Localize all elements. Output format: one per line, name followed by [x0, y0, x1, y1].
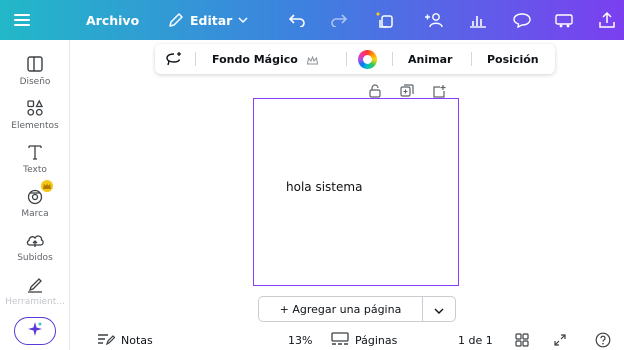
- sidebar-item-text[interactable]: Texto: [0, 142, 70, 175]
- cloud-upload-icon: [25, 230, 45, 250]
- present-icon[interactable]: [554, 0, 576, 40]
- sidebar-item-design[interactable]: Diseño: [0, 54, 70, 87]
- grid-view-icon[interactable]: [515, 330, 529, 350]
- sidebar-item-label: Subidos: [17, 253, 53, 263]
- brand-kit-icon: [26, 180, 53, 206]
- pages-icon: [331, 331, 349, 349]
- notes-icon: [97, 333, 116, 348]
- context-toolbar: Fondo Mágico Animar Posición: [155, 44, 555, 74]
- magic-assistant-button[interactable]: [14, 317, 56, 345]
- file-menu-button[interactable]: Archivo: [86, 0, 139, 40]
- lasso-magic-icon[interactable]: [165, 44, 183, 74]
- resize-magic-icon[interactable]: [374, 0, 396, 40]
- sidebar-item-uploads[interactable]: Subidos: [0, 230, 70, 263]
- magic-sparkle-icon: [26, 320, 44, 342]
- position-label: Posición: [487, 52, 539, 66]
- top-toolbar: Archivo Editar: [0, 0, 624, 40]
- share-upload-icon[interactable]: [598, 0, 616, 40]
- shapes-icon: [26, 98, 44, 118]
- file-menu-label: Archivo: [86, 12, 140, 28]
- animate-label: Animar: [408, 52, 453, 66]
- chevron-down-icon: [238, 16, 248, 24]
- magic-background-label: Fondo Mágico: [212, 52, 298, 66]
- hamburger-menu-icon[interactable]: [14, 0, 30, 40]
- page-text-element[interactable]: hola sistema: [286, 180, 362, 194]
- pages-label: Páginas: [355, 333, 398, 347]
- insights-chart-icon[interactable]: [468, 0, 488, 40]
- sidebar-item-label: Herramient...: [5, 297, 65, 307]
- chevron-down-icon: [434, 300, 444, 319]
- draw-icon: [26, 274, 44, 294]
- sidebar-item-label: Marca: [21, 209, 49, 219]
- add-people-icon[interactable]: [424, 0, 446, 40]
- sidebar-item-elements[interactable]: Elementos: [0, 98, 70, 131]
- comment-bubble-icon[interactable]: [512, 0, 532, 40]
- animate-button[interactable]: Animar: [408, 44, 452, 74]
- add-page-dropdown-button[interactable]: [423, 296, 456, 322]
- layout-icon: [26, 54, 44, 74]
- edit-menu-button[interactable]: Editar: [168, 0, 248, 40]
- bottom-bar: Notas 13% Páginas 1 de 1: [71, 330, 624, 350]
- pages-button[interactable]: Páginas: [331, 330, 397, 350]
- sidebar-item-label: Texto: [23, 165, 47, 175]
- redo-icon[interactable]: [330, 0, 348, 40]
- text-icon: [26, 142, 44, 162]
- help-icon[interactable]: [595, 330, 611, 350]
- notes-label: Notas: [121, 333, 153, 347]
- undo-icon[interactable]: [288, 0, 306, 40]
- add-page-button[interactable]: + Agregar una página: [258, 296, 423, 322]
- page-count: 1 de 1: [458, 333, 493, 347]
- position-button[interactable]: Posición: [487, 44, 539, 74]
- sidebar-item-brand[interactable]: Marca: [0, 180, 70, 219]
- crown-icon: [306, 50, 318, 69]
- color-wheel-icon[interactable]: [358, 44, 377, 74]
- sidebar-item-tools[interactable]: Herramient...: [0, 274, 70, 307]
- add-page-group: + Agregar una página: [258, 296, 456, 322]
- sidebar-item-label: Elementos: [11, 121, 59, 131]
- pencil-icon: [168, 12, 184, 28]
- notes-button[interactable]: Notas: [97, 330, 153, 350]
- edit-menu-label: Editar: [190, 12, 233, 28]
- premium-crown-badge: [41, 180, 53, 192]
- magic-background-button[interactable]: Fondo Mágico: [212, 44, 318, 74]
- left-sidebar: Diseño Elementos Texto Marca Subidos Her…: [0, 40, 70, 350]
- fullscreen-icon[interactable]: [553, 330, 567, 350]
- sidebar-item-label: Diseño: [19, 77, 51, 87]
- zoom-level[interactable]: 13%: [288, 330, 312, 350]
